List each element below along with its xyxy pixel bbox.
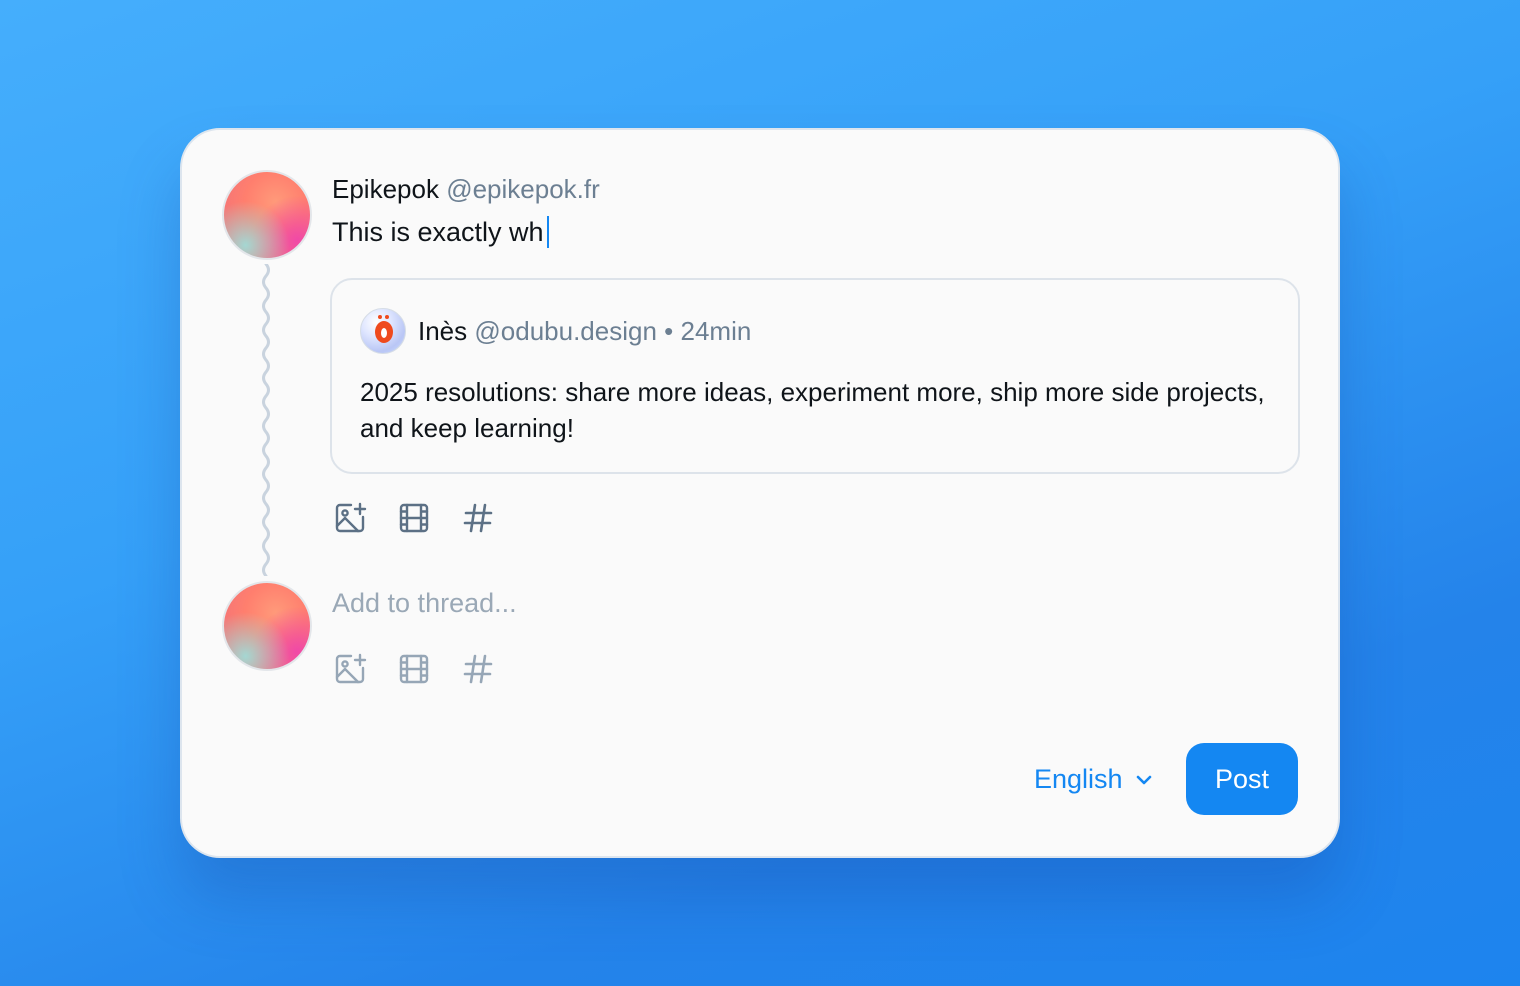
quoted-post-time: 24min — [680, 316, 752, 346]
quoted-author-handle: @odubu.design — [474, 316, 657, 346]
quoted-post-body: 2025 resolutions: share more ideas, expe… — [360, 377, 1265, 443]
avatar-dot-left — [378, 315, 382, 319]
add-image-icon[interactable] — [332, 500, 368, 536]
thread-avatar — [222, 581, 312, 671]
avatar-dot-right — [385, 315, 389, 319]
thread-input[interactable]: Add to thread... — [332, 588, 517, 619]
thread-connector — [262, 264, 270, 576]
add-image-icon[interactable] — [332, 651, 368, 687]
hashtag-icon[interactable] — [460, 500, 496, 536]
author-header: Epikepok @epikepok.fr — [332, 174, 600, 205]
video-icon[interactable] — [396, 651, 432, 687]
author-name: Epikepok — [332, 174, 439, 204]
language-label: English — [1034, 764, 1123, 794]
author-handle: @epikepok.fr — [446, 174, 600, 204]
hashtag-icon[interactable] — [460, 651, 496, 687]
quoted-author-avatar — [360, 308, 406, 354]
thread-toolbar — [332, 651, 496, 687]
meta-separator: • — [664, 316, 674, 346]
text-caret — [546, 216, 549, 248]
video-icon[interactable] — [396, 500, 432, 536]
avatar-logo-icon — [375, 321, 393, 343]
compose-input-text: This is exactly wh — [332, 216, 544, 247]
compose-card: Epikepok @epikepok.fr This is exactly wh… — [180, 128, 1340, 858]
compose-input[interactable]: This is exactly wh — [332, 216, 549, 248]
quoted-post[interactable]: Inès @odubu.design • 24min 2025 resoluti… — [330, 278, 1300, 474]
chevron-down-icon — [1136, 775, 1151, 784]
author-avatar[interactable] — [222, 170, 312, 260]
compose-toolbar — [332, 500, 496, 536]
post-button[interactable]: Post — [1186, 743, 1298, 815]
quoted-post-header: Inès @odubu.design • 24min — [418, 316, 751, 347]
language-selector[interactable]: English — [1034, 764, 1153, 795]
quoted-author-name: Inès — [418, 316, 468, 346]
